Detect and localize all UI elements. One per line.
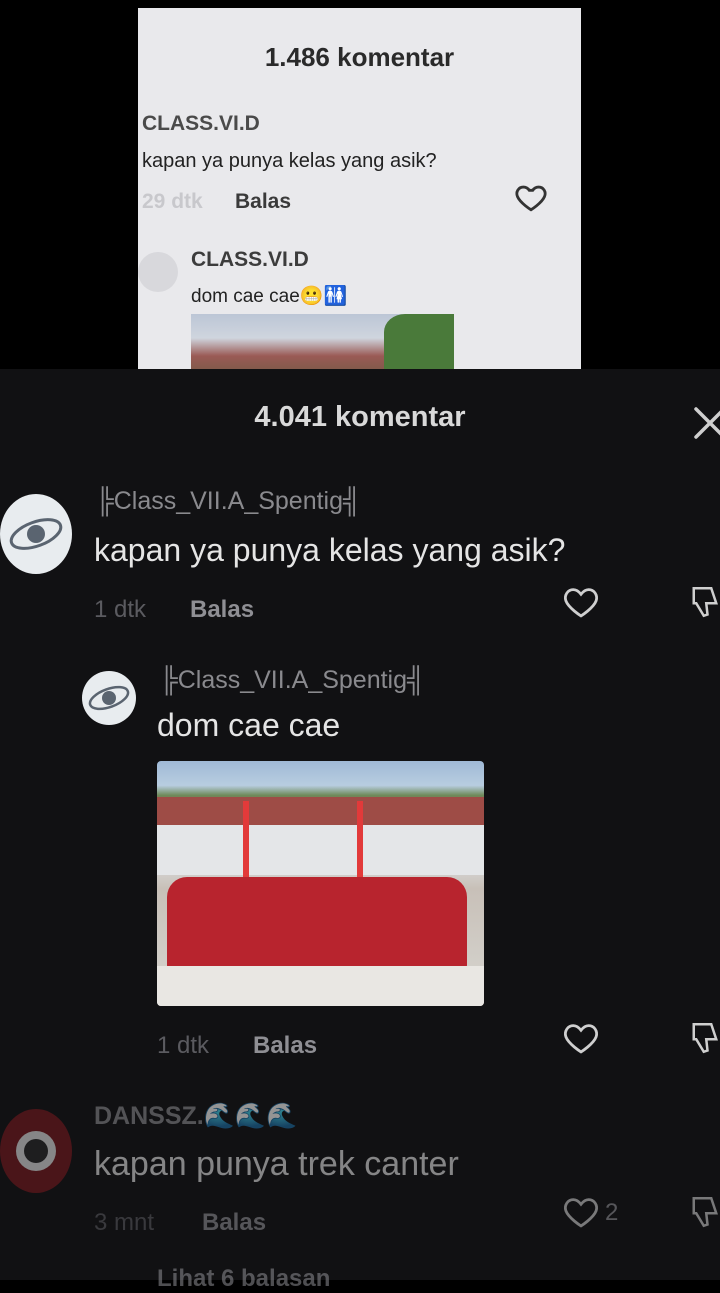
- top-comment-screenshot: 1.486 komentar CLASS.VI.D kapan ya punya…: [138, 8, 581, 370]
- heart-icon[interactable]: [562, 1021, 600, 1055]
- top-card-reply-button[interactable]: Balas: [235, 190, 291, 214]
- top-card-comment-time: 29 dtk: [142, 190, 203, 213]
- top-card-username[interactable]: CLASS.VI.D: [142, 112, 260, 136]
- avatar[interactable]: [82, 671, 136, 725]
- avatar[interactable]: [0, 1109, 72, 1193]
- dislike-icon[interactable]: [690, 1193, 720, 1231]
- avatar[interactable]: [0, 494, 72, 574]
- top-card-comment-text: kapan ya punya kelas yang asik?: [142, 150, 437, 172]
- reply-username[interactable]: ╠Class_VII.A_Spentig╣: [160, 666, 425, 695]
- comment-time: 3 mnt: [94, 1209, 155, 1236]
- top-card-reply-username[interactable]: CLASS.VI.D: [191, 248, 309, 272]
- avatar[interactable]: [138, 252, 178, 292]
- view-replies-button[interactable]: Lihat 6 balasan: [157, 1265, 330, 1293]
- reply-time: 1 dtk: [157, 1032, 210, 1059]
- like-count: 2: [605, 1199, 619, 1226]
- reply-button[interactable]: Balas: [190, 596, 254, 624]
- comment-time: 1 dtk: [94, 596, 147, 623]
- comment-sheet: 4.041 komentar ╠Class_VII.A_Spentig╣ kap…: [0, 369, 720, 1292]
- comment-text: kapan ya punya kelas yang asik?: [94, 532, 566, 568]
- heart-icon[interactable]: [514, 180, 548, 214]
- reply-photo[interactable]: [157, 761, 484, 1006]
- dislike-icon[interactable]: [690, 583, 720, 621]
- dislike-icon[interactable]: [690, 1019, 720, 1057]
- heart-icon[interactable]: [562, 585, 600, 619]
- reply-text: dom cae cae: [157, 707, 341, 743]
- reply-button[interactable]: Balas: [202, 1209, 266, 1237]
- close-icon[interactable]: [690, 405, 720, 441]
- comment-username[interactable]: DANSSZ.🌊🌊🌊: [94, 1102, 297, 1131]
- top-card-reply-text: dom cae cae😬🚻: [191, 286, 348, 307]
- reply-reply-button[interactable]: Balas: [253, 1032, 317, 1060]
- heart-icon[interactable]: [562, 1195, 600, 1229]
- comment-text: kapan punya trek canter: [94, 1145, 459, 1183]
- comment-count-title: 4.041 komentar: [254, 401, 466, 433]
- top-card-title: 1.486 komentar: [264, 42, 455, 72]
- top-card-reply-image[interactable]: [191, 314, 454, 370]
- comment-username[interactable]: ╠Class_VII.A_Spentig╣: [96, 487, 361, 516]
